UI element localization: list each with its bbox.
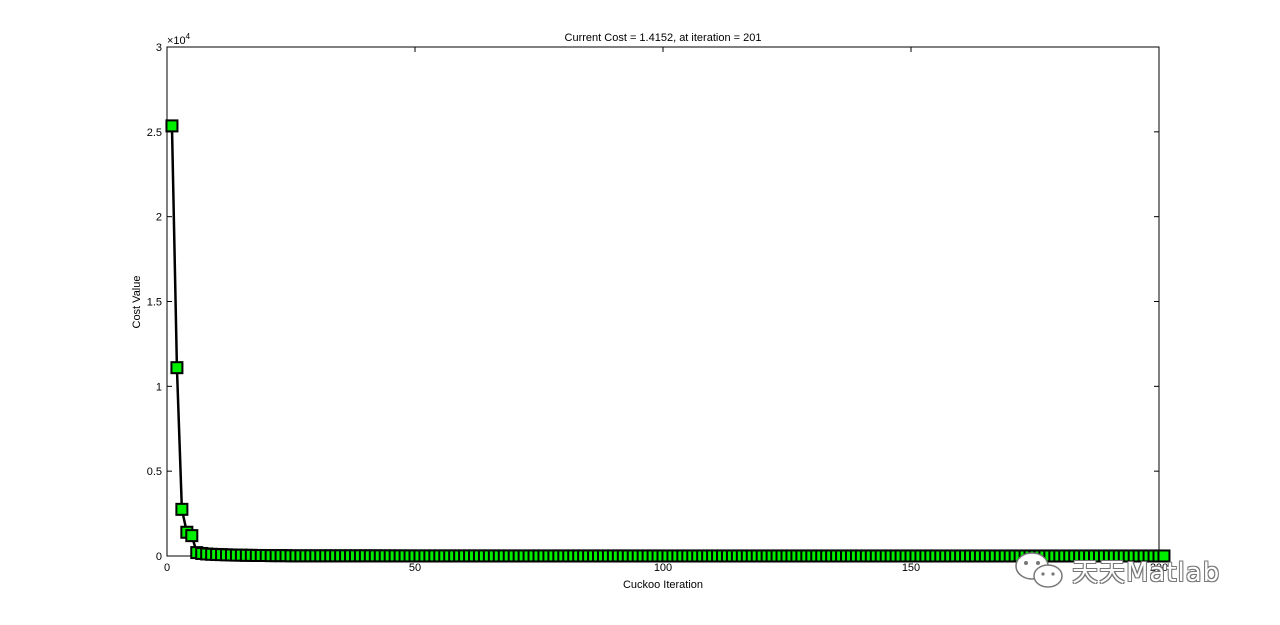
data-point-marker bbox=[185, 529, 199, 543]
chart-canvas: 0 50 100 150 200 00.511.522.53 Current Cost … bbox=[131, 32, 1171, 591]
y-tick-label: 1 bbox=[156, 381, 162, 393]
plot-area bbox=[166, 46, 1160, 557]
figure-window: 0 50 100 150 200 0 0.5 1 1.5 2 2.5 3 Current Cost … bbox=[0, 0, 1280, 625]
y-tick-label: 2.5 bbox=[147, 127, 162, 139]
watermark-text: 天天Matlab bbox=[1072, 558, 1221, 588]
y-tick-label: 1.5 bbox=[147, 297, 162, 309]
data-point-marker bbox=[165, 119, 179, 133]
x-tick-label: 150 bbox=[902, 562, 920, 574]
y-tick-label: 2 bbox=[156, 212, 162, 224]
y-tick-label: 0 bbox=[156, 551, 162, 563]
x-tick-label: 100 bbox=[654, 562, 672, 574]
chart-title: Current Cost = 1.4152, at iteration = 20… bbox=[565, 32, 762, 44]
x-tick-label: 50 bbox=[409, 562, 421, 574]
y-tick-label: 0.5 bbox=[147, 466, 162, 478]
data-point-marker bbox=[175, 502, 189, 516]
y-axis-exponent: ×104 bbox=[167, 32, 191, 47]
y-axis-label: Cost Value bbox=[131, 276, 143, 329]
y-exponent-power: 4 bbox=[186, 32, 191, 41]
x-axis-label: Cuckoo Iteration bbox=[623, 579, 703, 591]
y-exponent-base: ×10 bbox=[167, 35, 186, 47]
wechat-icon bbox=[1015, 552, 1063, 588]
y-tick-label: 3 bbox=[156, 42, 162, 54]
watermark: 天天Matlab bbox=[1012, 548, 1252, 592]
data-point-marker bbox=[170, 361, 184, 375]
x-tick-label: 0 bbox=[164, 562, 170, 574]
